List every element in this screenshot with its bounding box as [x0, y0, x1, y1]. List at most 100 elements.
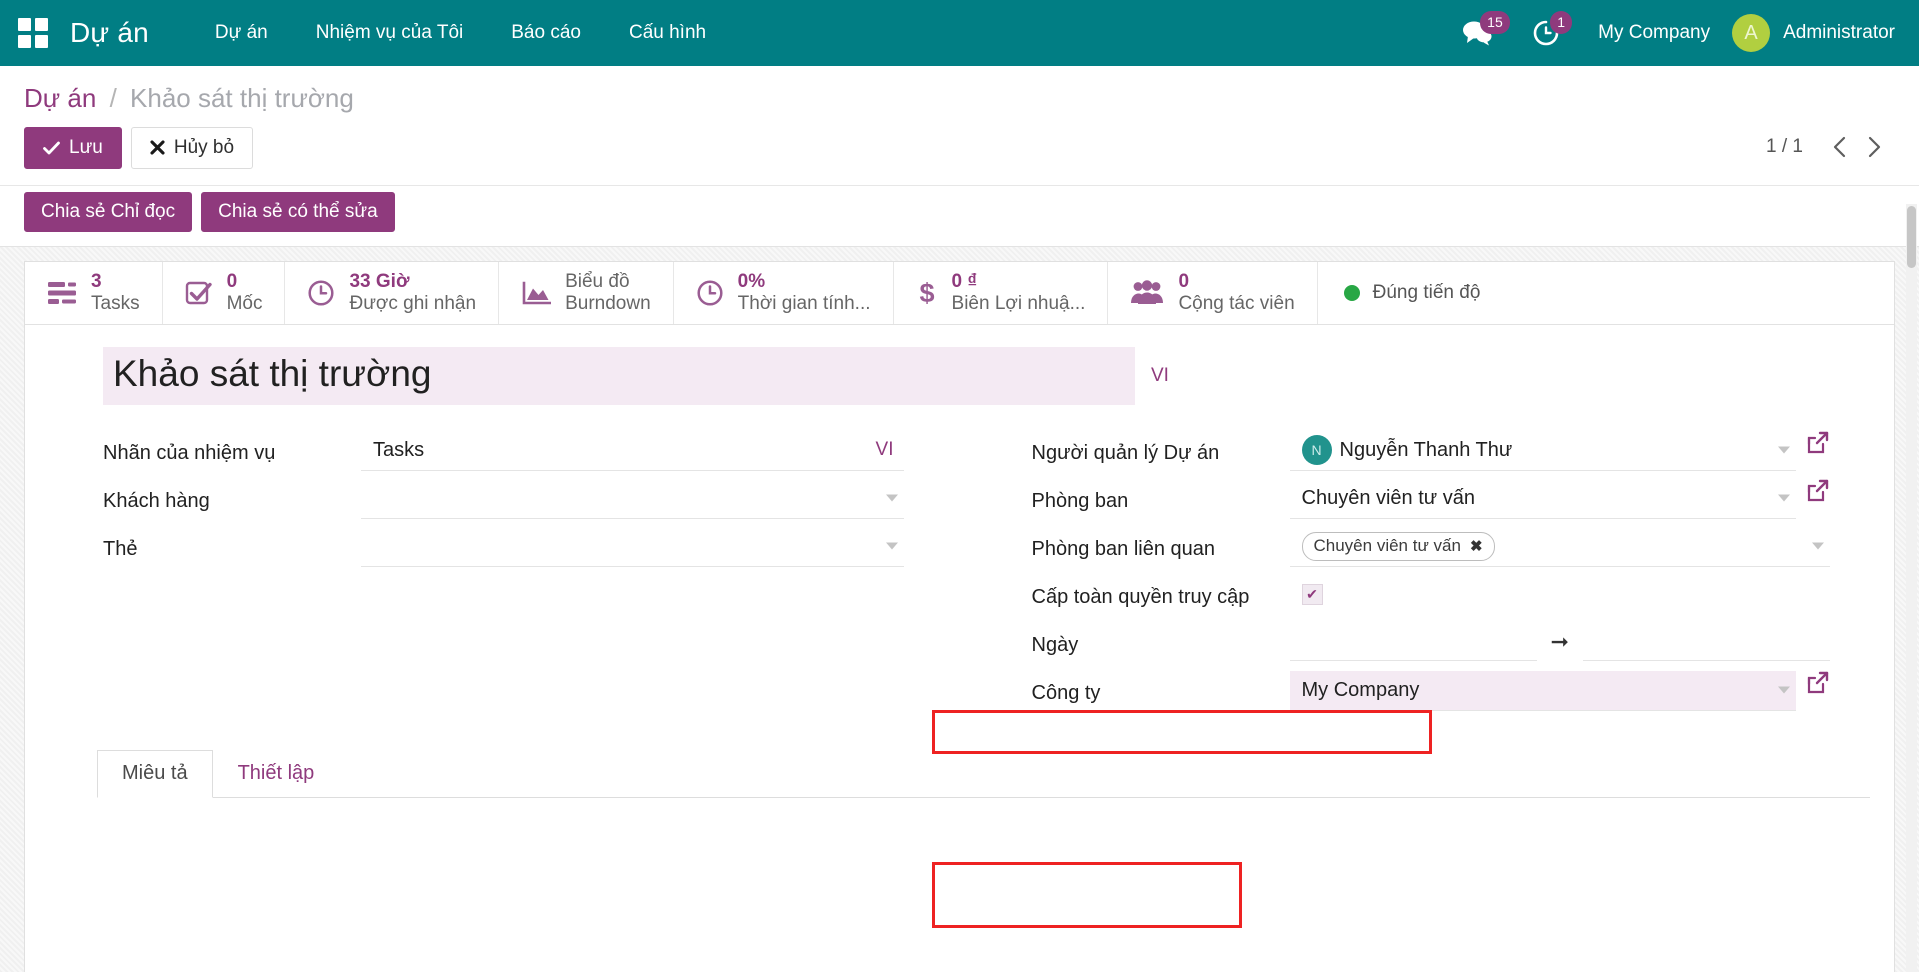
avatar: N [1302, 435, 1332, 465]
chevron-down-icon[interactable] [1778, 495, 1790, 502]
menu-item-configuration[interactable]: Cấu hình [605, 0, 730, 66]
user-name-label: Administrator [1783, 22, 1895, 44]
users-group-icon [1130, 280, 1164, 306]
chevron-right-icon[interactable] [1857, 130, 1891, 164]
menu-item-projects[interactable]: Dự án [191, 0, 292, 66]
arrow-right-icon: ➞ [1537, 631, 1583, 653]
stat-button-milestones[interactable]: 0 Mốc [163, 262, 286, 324]
stat-text: 0 Cộng tác viên [1178, 271, 1294, 316]
internal-link-icon[interactable] [1806, 671, 1830, 695]
field-row-task-label: Nhãn của nhiệm vụ Tasks VI [103, 431, 904, 479]
stat-value: Biểu đồ [565, 271, 651, 293]
tag-chip[interactable]: Chuyên viên tư vấn ✖ [1302, 532, 1495, 561]
field-row-date-range: Ngày ➞ [1032, 623, 1831, 671]
user-menu[interactable]: A Administrator [1732, 14, 1895, 52]
vertical-scrollbar[interactable] [1906, 204, 1917, 972]
date-start-input[interactable] [1290, 623, 1537, 661]
company-switcher[interactable]: My Company [1580, 22, 1732, 44]
field-label: Phòng ban [1032, 479, 1290, 515]
main-menu: Dự án Nhiệm vụ của Tôi Báo cáo Cấu hình [191, 0, 730, 66]
messages-menu[interactable]: 15 [1442, 0, 1512, 66]
discard-button[interactable]: Hủy bỏ [131, 127, 253, 170]
clock-icon [307, 279, 335, 307]
menu-item-reporting[interactable]: Báo cáo [487, 0, 605, 66]
stat-text: 0 ₫ Biên Lợi nhuậ... [952, 271, 1086, 316]
field-label: Phòng ban liên quan [1032, 527, 1290, 563]
full-access-checkbox[interactable]: ✔ [1302, 584, 1323, 605]
save-button[interactable]: Lưu [24, 127, 122, 170]
times-icon [150, 140, 165, 155]
messages-counter-badge: 15 [1480, 11, 1510, 34]
tab-description[interactable]: Miêu tả [97, 750, 213, 798]
stat-label: Biên Lợi nhuậ... [952, 293, 1086, 315]
field-label: Cấp toàn quyền truy cập [1032, 575, 1290, 611]
customer-field[interactable] [361, 479, 904, 519]
chevron-down-icon[interactable] [1812, 543, 1824, 550]
internal-link-icon[interactable] [1806, 431, 1830, 455]
project-status-widget[interactable]: Đúng tiến độ [1318, 262, 1507, 324]
stat-value: 33 Giờ [349, 271, 476, 293]
tasks-list-icon [47, 280, 77, 306]
save-button-label: Lưu [69, 137, 103, 160]
field-label: Khách hàng [103, 479, 361, 515]
field-row-project-manager: Người quản lý Dự án N Nguyễn Thanh Thư [1032, 431, 1831, 479]
company-field[interactable]: My Company [1290, 671, 1797, 711]
share-readonly-button[interactable]: Chia sẻ Chỉ đọc [24, 192, 192, 232]
form-body: VI Nhãn của nhiệm vụ Tasks VI Khách hàng [25, 325, 1894, 797]
breadcrumb-current: Khảo sát thị trường [130, 83, 354, 113]
stat-label: Cộng tác viên [1178, 293, 1294, 315]
chevron-down-icon[interactable] [1778, 447, 1790, 454]
tag-chip-label: Chuyên viên tư vấn [1314, 536, 1461, 556]
field-row-company: Công ty My Company [1032, 671, 1831, 719]
field-label: Người quản lý Dự án [1032, 431, 1290, 467]
chevron-left-icon[interactable] [1823, 130, 1857, 164]
record-title-row: VI [25, 347, 1894, 404]
control-panel: Dự án / Khảo sát thị trường Lưu Hủy bỏ 1… [0, 66, 1919, 186]
tags-field[interactable] [361, 527, 904, 567]
stat-button-hours-recorded[interactable]: 33 Giờ Được ghi nhận [285, 262, 499, 324]
related-departments-field[interactable]: Chuyên viên tư vấn ✖ [1290, 527, 1831, 567]
internal-link-icon[interactable] [1806, 479, 1830, 503]
share-editable-button[interactable]: Chia sẻ có thể sửa [201, 192, 395, 232]
record-action-buttons: Lưu Hủy bỏ [24, 127, 1895, 186]
stat-button-burndown-chart[interactable]: Biểu đồ Burndown [499, 262, 674, 324]
pager-value: 1 / 1 [1766, 136, 1803, 158]
svg-text:$: $ [919, 278, 934, 308]
stat-label: Burndown [565, 293, 651, 315]
chevron-down-icon[interactable] [886, 543, 898, 550]
field-language-tag[interactable]: VI [876, 439, 900, 461]
avatar: A [1732, 14, 1770, 52]
stat-button-profit-margin[interactable]: $ 0 ₫ Biên Lợi nhuậ... [894, 262, 1109, 324]
stat-button-tasks[interactable]: 3 Tasks [25, 262, 163, 324]
stat-button-collaborators[interactable]: 0 Cộng tác viên [1108, 262, 1317, 324]
project-name-input[interactable] [103, 347, 1135, 404]
field-label: Nhãn của nhiệm vụ [103, 431, 361, 467]
breadcrumb-separator: / [110, 83, 117, 113]
task-label-field[interactable]: Tasks VI [361, 431, 904, 471]
app-brand-title[interactable]: Dự án [70, 17, 149, 49]
title-language-tag[interactable]: VI [1151, 365, 1169, 387]
discard-button-label: Hủy bỏ [174, 137, 234, 160]
stat-value: 0 [1178, 271, 1294, 293]
stat-value: 0% [738, 271, 871, 293]
chevron-down-icon[interactable] [886, 495, 898, 502]
stat-text: 3 Tasks [91, 271, 140, 316]
share-button-bar: Chia sẻ Chỉ đọc Chia sẻ có thể sửa [0, 186, 1919, 247]
field-label: Ngày [1032, 623, 1290, 659]
field-row-full-access: Cấp toàn quyền truy cập ✔ [1032, 575, 1831, 623]
project-manager-field[interactable]: N Nguyễn Thanh Thư [1290, 431, 1797, 471]
chevron-down-icon[interactable] [1778, 687, 1790, 694]
remove-tag-icon[interactable]: ✖ [1470, 537, 1483, 555]
tab-settings[interactable]: Thiết lập [213, 750, 340, 798]
department-field[interactable]: Chuyên viên tư vấn [1290, 479, 1797, 519]
breadcrumb-root-link[interactable]: Dự án [24, 83, 96, 113]
form-columns: Nhãn của nhiệm vụ Tasks VI Khách hàng [25, 405, 1894, 719]
stat-label: Được ghi nhận [349, 293, 476, 315]
date-end-input[interactable] [1583, 623, 1830, 661]
apps-grid-icon[interactable] [18, 18, 48, 48]
menu-item-my-tasks[interactable]: Nhiệm vụ của Tôi [292, 0, 488, 66]
full-access-field[interactable]: ✔ [1290, 575, 1831, 615]
scrollbar-thumb[interactable] [1907, 206, 1916, 268]
stat-button-billable-time[interactable]: 0% Thời gian tính... [674, 262, 894, 324]
activities-menu[interactable]: 1 [1512, 0, 1580, 66]
